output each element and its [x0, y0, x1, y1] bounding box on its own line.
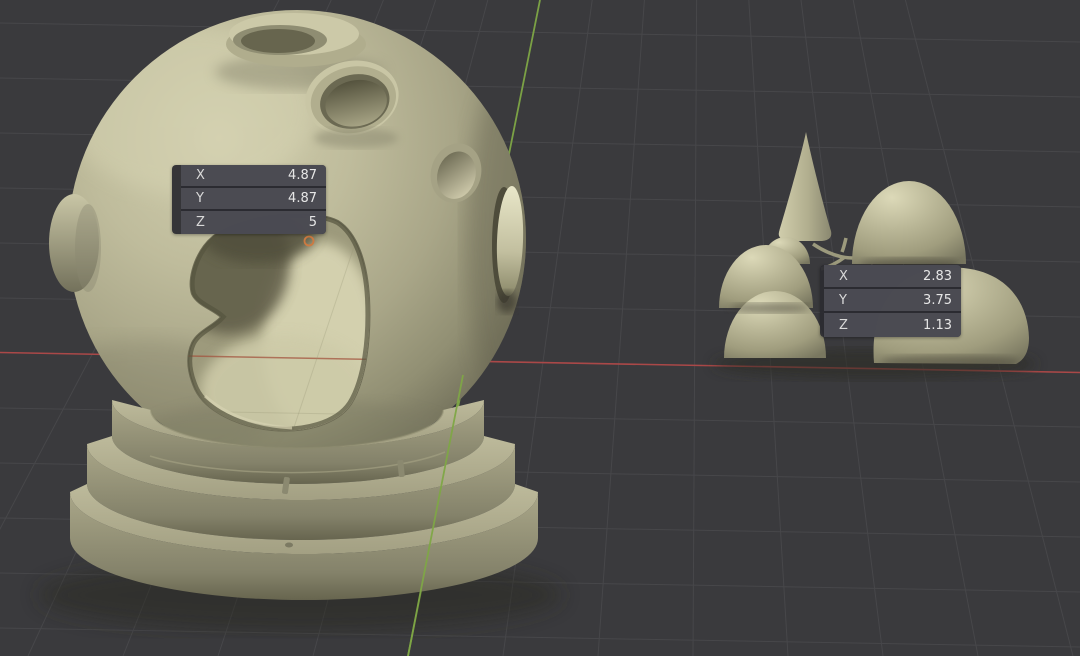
transform-overlay-right: X 2.83 Y 3.75 Z 1.13 [820, 265, 961, 337]
porthole-shadow [314, 128, 398, 148]
axis-x-field[interactable]: X 4.87 [181, 165, 326, 188]
axis-z-field[interactable]: Z 5 [181, 211, 326, 234]
axis-x-value: 4.87 [288, 168, 317, 183]
axis-y-label: Y [839, 293, 847, 308]
helmet-top-opening [226, 13, 366, 67]
axis-y-value: 4.87 [288, 191, 317, 206]
crevice-shadow [880, 355, 1020, 369]
porthole-left [49, 194, 101, 292]
axis-y-value: 3.75 [923, 293, 952, 308]
axis-z-value: 1.13 [923, 318, 952, 333]
axis-y-field[interactable]: Y 3.75 [824, 289, 961, 313]
axis-z-value: 5 [309, 215, 317, 230]
base-hole [285, 543, 293, 548]
axis-x-label: X [196, 168, 205, 183]
axis-z-label: Z [839, 318, 848, 333]
crevice-shadow [730, 303, 810, 313]
axis-x-label: X [839, 269, 848, 284]
transform-overlay-left: X 4.87 Y 4.87 Z 5 [172, 165, 326, 234]
viewport[interactable]: X 4.87 Y 4.87 Z 5 X 2.83 Y 3.75 Z 1.13 [0, 0, 1080, 656]
axis-y-label: Y [196, 191, 204, 206]
axis-z-label: Z [196, 215, 205, 230]
axis-x-field[interactable]: X 2.83 [824, 265, 961, 289]
axis-y-field[interactable]: Y 4.87 [181, 188, 326, 211]
axis-z-field[interactable]: Z 1.13 [824, 313, 961, 337]
axis-x-value: 2.83 [923, 269, 952, 284]
